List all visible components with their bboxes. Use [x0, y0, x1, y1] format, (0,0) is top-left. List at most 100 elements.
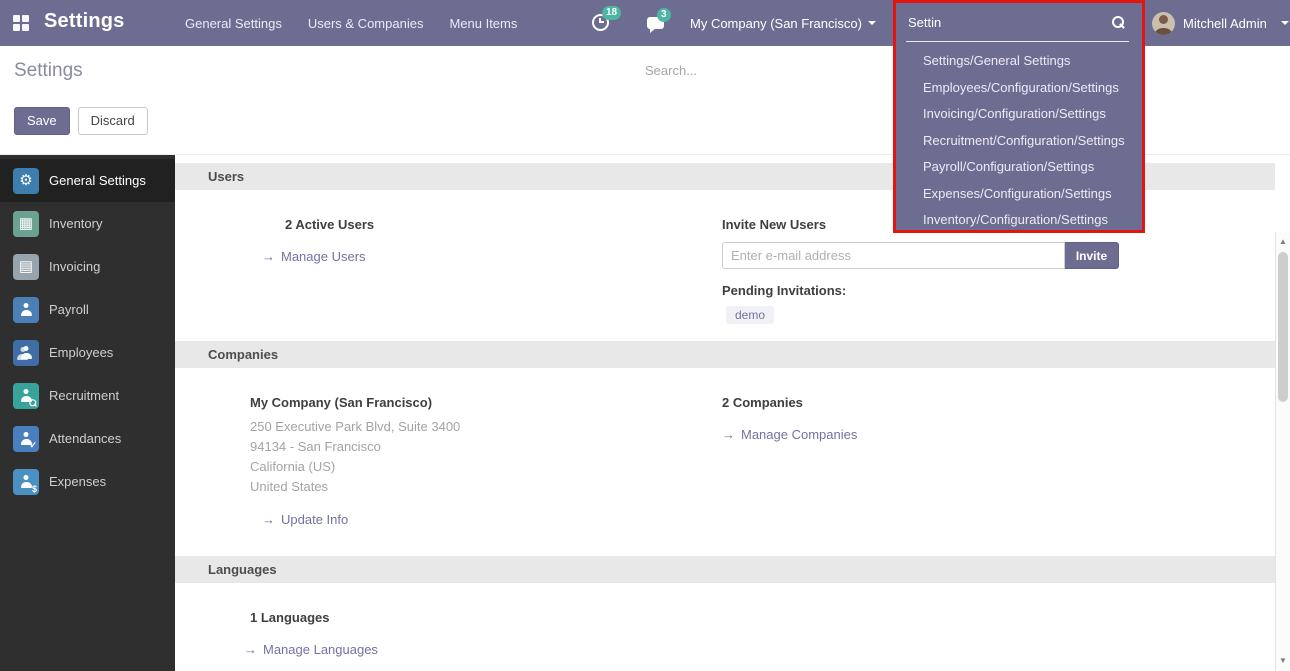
address-line: United States: [250, 477, 722, 497]
section-title: Languages: [208, 562, 277, 577]
sidebar-item-payroll[interactable]: Payroll: [0, 288, 175, 331]
person-check-icon: ✓: [13, 426, 39, 452]
scroll-up-arrow-icon[interactable]: ▲: [1276, 235, 1290, 249]
company-switcher-label: My Company (San Francisco): [690, 16, 862, 31]
invite-email-input[interactable]: [722, 242, 1065, 269]
menu-search-input[interactable]: [908, 15, 1068, 30]
apps-grid-icon[interactable]: [13, 15, 29, 31]
save-button[interactable]: Save: [14, 107, 70, 135]
search-result-item[interactable]: Employees/Configuration/Settings: [896, 75, 1142, 102]
search-result-item[interactable]: Recruitment/Configuration/Settings: [896, 128, 1142, 155]
languages-count: 1 Languages: [250, 609, 722, 627]
settings-sidebar: ⚙ General Settings ▦ Inventory ▤ Invoici…: [0, 155, 175, 671]
search-icon: [1112, 16, 1125, 29]
menu-search-results: Settings/General Settings Employees/Conf…: [896, 45, 1142, 234]
navbar-menu: General Settings Users & Companies Menu …: [185, 0, 517, 46]
active-users-count: 2 Active Users: [285, 216, 374, 234]
companies-section-body: My Company (San Francisco) 250 Executive…: [175, 368, 1275, 556]
menu-general-settings[interactable]: General Settings: [185, 16, 282, 31]
menu-search-dropdown: Settings/General Settings Employees/Conf…: [893, 0, 1145, 233]
discard-button[interactable]: Discard: [78, 107, 148, 135]
company-switcher[interactable]: My Company (San Francisco): [690, 0, 876, 46]
magnifier-icon: [29, 399, 37, 407]
menu-menu-items[interactable]: Menu Items: [449, 16, 517, 31]
invite-input-group: Invite: [722, 242, 1275, 269]
avatar: [1152, 12, 1175, 35]
vertical-scrollbar[interactable]: ▲ ▼: [1275, 232, 1290, 671]
company-name: My Company (San Francisco): [250, 394, 722, 412]
sidebar-item-label: Inventory: [49, 216, 102, 231]
arrow-right-icon: →: [244, 642, 257, 657]
people-icon: [13, 340, 39, 366]
user-menu[interactable]: Mitchell Admin: [1152, 0, 1289, 46]
manage-languages-label: Manage Languages: [263, 642, 378, 657]
search-result-item[interactable]: Expenses/Configuration/Settings: [896, 181, 1142, 208]
search-result-item[interactable]: Payroll/Configuration/Settings: [896, 154, 1142, 181]
arrow-right-icon: →: [262, 512, 275, 527]
manage-companies-label: Manage Companies: [741, 427, 857, 442]
update-info-link[interactable]: → Update Info: [262, 512, 348, 527]
person-money-icon: [13, 297, 39, 323]
sidebar-item-label: Expenses: [49, 474, 106, 489]
sidebar-item-label: Recruitment: [49, 388, 119, 403]
sidebar-item-label: Payroll: [49, 302, 89, 317]
app-name[interactable]: Settings: [44, 10, 125, 33]
companies-count: 2 Companies: [722, 394, 1275, 412]
sidebar-item-label: Employees: [49, 345, 113, 360]
sidebar-item-recruitment[interactable]: Recruitment: [0, 374, 175, 417]
menu-users-companies[interactable]: Users & Companies: [308, 16, 424, 31]
scroll-down-arrow-icon[interactable]: ▼: [1276, 654, 1290, 668]
control-panel-buttons: Save Discard: [14, 107, 148, 135]
manage-companies-link[interactable]: → Manage Companies: [722, 427, 857, 442]
section-title: Companies: [208, 347, 278, 362]
sidebar-item-inventory[interactable]: ▦ Inventory: [0, 202, 175, 245]
menu-search-input-row: [896, 3, 1142, 45]
user-name: Mitchell Admin: [1183, 16, 1267, 31]
sidebar-item-label: Attendances: [49, 431, 121, 446]
manage-users-label: Manage Users: [281, 249, 366, 264]
search-result-item[interactable]: Settings/General Settings: [896, 48, 1142, 75]
invite-button[interactable]: Invite: [1065, 242, 1119, 269]
manage-users-link[interactable]: → Manage Users: [262, 249, 366, 264]
boxes-icon: ▦: [13, 211, 39, 237]
sidebar-item-invoicing[interactable]: ▤ Invoicing: [0, 245, 175, 288]
search-input[interactable]: [645, 63, 875, 78]
section-title: Users: [208, 169, 244, 184]
arrow-right-icon: →: [722, 427, 735, 442]
section-header-companies: Companies: [175, 341, 1275, 368]
search-result-item[interactable]: Inventory/Configuration/Settings: [896, 207, 1142, 234]
activity-systray[interactable]: 18: [592, 14, 609, 36]
section-header-languages: Languages: [175, 556, 1275, 583]
update-info-label: Update Info: [281, 512, 348, 527]
page-title: Settings: [14, 60, 83, 82]
sidebar-item-label: General Settings: [49, 173, 146, 188]
sidebar-item-general-settings[interactable]: ⚙ General Settings: [0, 159, 175, 202]
sidebar-item-label: Invoicing: [49, 259, 100, 274]
input-underline: [906, 41, 1129, 42]
person-dollar-icon: $: [13, 469, 39, 495]
address-line: California (US): [250, 457, 722, 477]
person-search-icon: [13, 383, 39, 409]
address-line: 250 Executive Park Blvd, Suite 3400: [250, 417, 722, 437]
pending-invite-tag[interactable]: demo: [726, 306, 774, 324]
chevron-down-icon: [868, 21, 876, 25]
sidebar-item-employees[interactable]: Employees: [0, 331, 175, 374]
users-group-icon: [250, 218, 276, 233]
settings-app-screen: Settings General Settings Users & Compan…: [0, 0, 1290, 671]
chevron-down-icon: [1281, 21, 1289, 25]
search-result-item[interactable]: Invoicing/Configuration/Settings: [896, 101, 1142, 128]
sidebar-item-attendances[interactable]: ✓ Attendances: [0, 417, 175, 460]
arrow-right-icon: →: [262, 249, 275, 264]
message-count-badge: 3: [657, 8, 671, 22]
languages-section-body: 1 Languages → Manage Languages: [175, 583, 1275, 659]
manage-languages-link[interactable]: → Manage Languages: [244, 642, 378, 657]
gear-icon: ⚙: [13, 168, 39, 194]
activity-count-badge: 18: [602, 6, 621, 20]
document-icon: ▤: [13, 254, 39, 280]
sidebar-item-expenses[interactable]: $ Expenses: [0, 460, 175, 503]
address-line: 94134 - San Francisco: [250, 437, 722, 457]
company-address: 250 Executive Park Blvd, Suite 3400 9413…: [250, 417, 722, 497]
messages-systray[interactable]: 3: [647, 16, 664, 34]
scrollbar-thumb[interactable]: [1278, 252, 1288, 402]
pending-invitations-label: Pending Invitations:: [722, 282, 1275, 300]
